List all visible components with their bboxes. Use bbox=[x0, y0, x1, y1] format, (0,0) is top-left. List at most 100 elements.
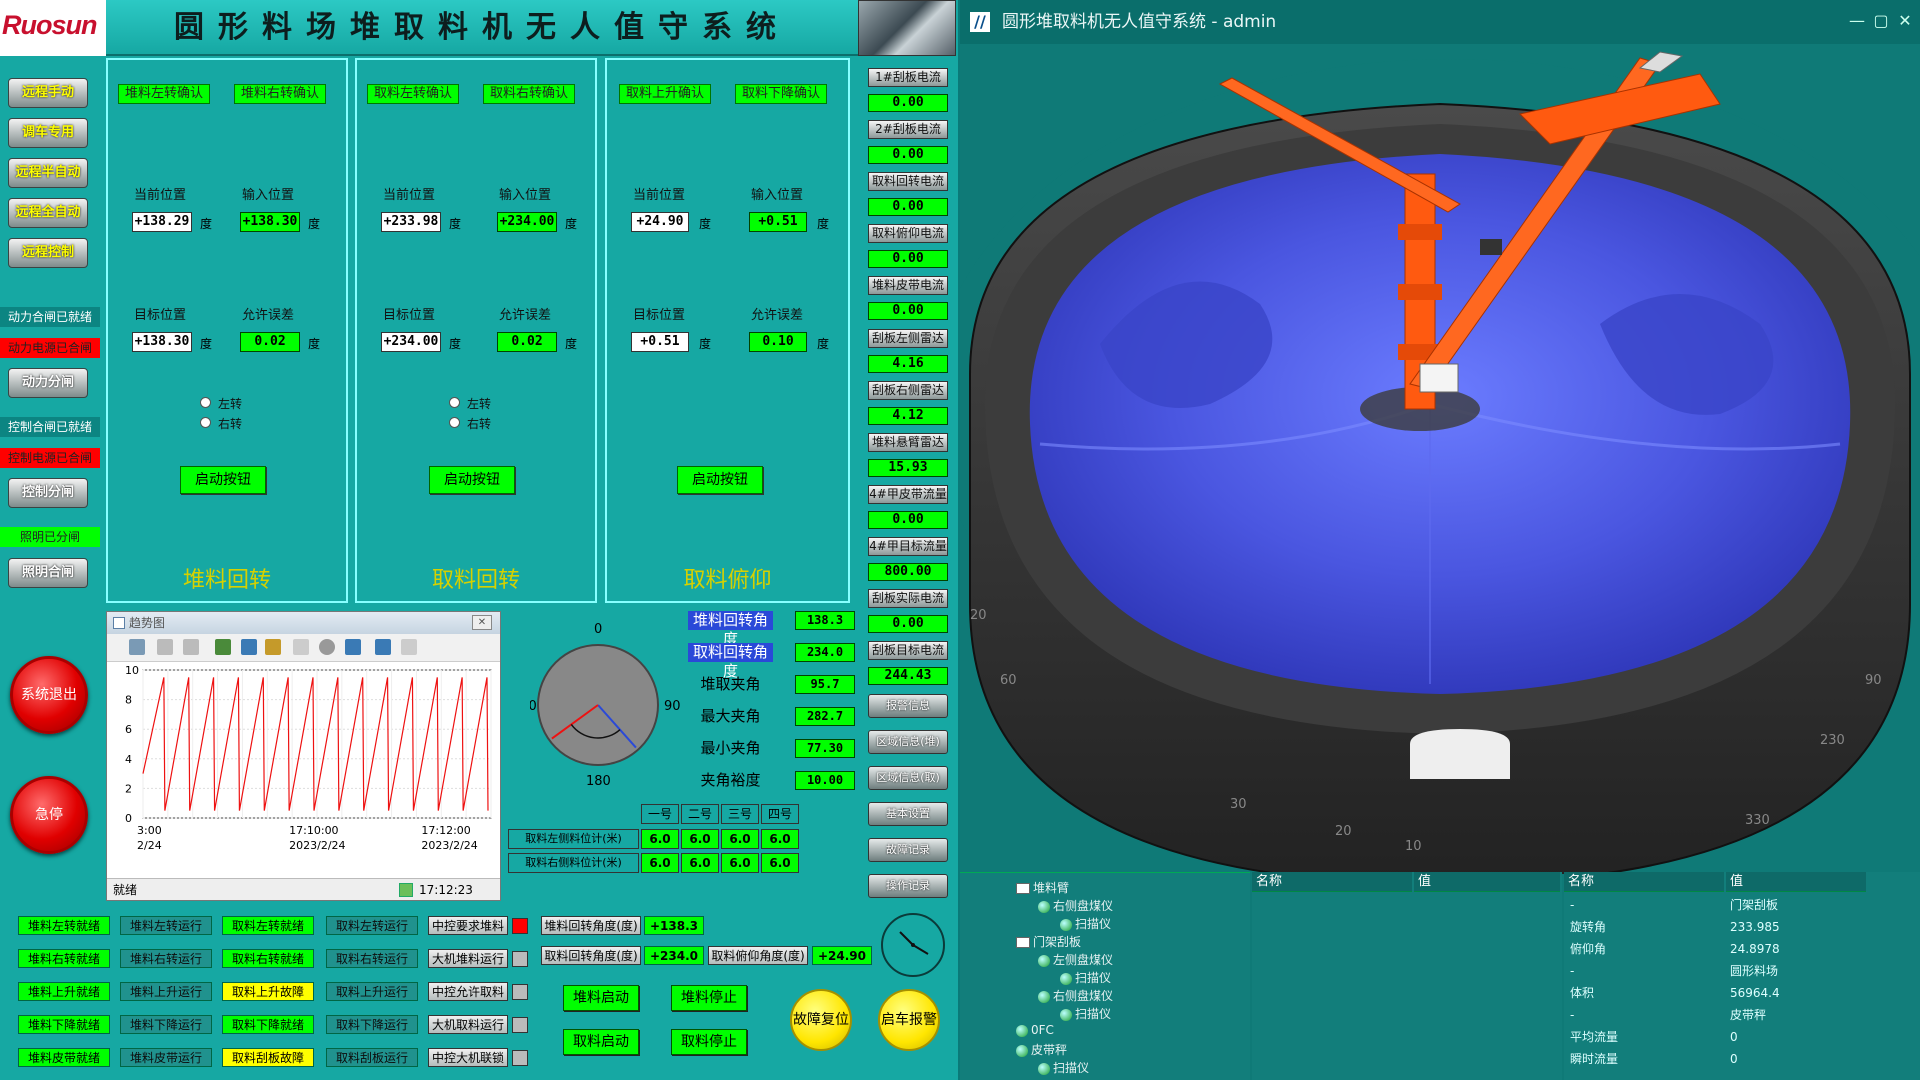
tree-node[interactable]: 扫描仪 bbox=[1038, 1059, 1089, 1076]
close-icon[interactable]: ✕ bbox=[1894, 10, 1916, 32]
property-name: 瞬时流量 bbox=[1570, 1052, 1619, 1066]
interlock-label: 中控要求堆料 bbox=[428, 916, 508, 935]
stack-left-confirm-button[interactable]: 堆料左转确认 bbox=[118, 84, 211, 104]
slew-right-label: 右转 bbox=[218, 417, 243, 431]
property-value: 圆形料场 bbox=[1730, 964, 1779, 978]
tree-node[interactable]: 右侧盘煤仪 bbox=[1038, 987, 1113, 1004]
tree-node[interactable]: 扫描仪 bbox=[1060, 915, 1111, 932]
equipment-status: 堆料皮带就绪 bbox=[18, 1048, 110, 1067]
control-open-button[interactable]: 控制分闸 bbox=[8, 478, 88, 508]
zoom-icon[interactable] bbox=[215, 639, 231, 655]
current-position-value: +233.98 bbox=[381, 212, 441, 232]
mode-shunting-button[interactable]: 调车专用 bbox=[8, 118, 88, 148]
refresh-icon[interactable] bbox=[399, 883, 413, 897]
target-position-value: +138.30 bbox=[132, 332, 192, 352]
stack-start-button[interactable]: 堆料启动 bbox=[563, 985, 639, 1011]
mode-remote-semi-auto-button[interactable]: 远程半自动 bbox=[8, 158, 88, 188]
nav-button[interactable]: 报警信息 bbox=[868, 694, 948, 718]
slew-right-radio[interactable] bbox=[200, 417, 211, 428]
reclaim-slew-angle-value: +234.0 bbox=[644, 946, 704, 965]
reclaimer-luff-start-button[interactable]: 启动按钮 bbox=[677, 466, 763, 494]
mode-remote-full-auto-button[interactable]: 远程全自动 bbox=[8, 198, 88, 228]
nav-button[interactable]: 区域信息(取) bbox=[868, 766, 948, 790]
readout-label: 刮板左侧雷达 bbox=[868, 328, 948, 348]
tree-node[interactable]: 左侧盘煤仪 bbox=[1038, 951, 1113, 968]
minimize-icon[interactable]: — bbox=[1846, 10, 1868, 32]
y-tick-label: 10 bbox=[125, 664, 139, 677]
slew-left-radio[interactable] bbox=[449, 397, 460, 408]
scale-icon[interactable] bbox=[265, 639, 281, 655]
tree-node[interactable]: 右侧盘煤仪 bbox=[1038, 897, 1113, 914]
slew-right-radio[interactable] bbox=[449, 417, 460, 428]
tree-node[interactable]: 0FC bbox=[1016, 1023, 1054, 1037]
curve-icon[interactable] bbox=[401, 639, 417, 655]
system-exit-button[interactable]: 系统退出 bbox=[10, 656, 88, 734]
maximize-icon[interactable]: ▢ bbox=[1870, 10, 1892, 32]
tree-node-label: 堆料臂 bbox=[1033, 881, 1070, 895]
start-alarm-button[interactable]: 启车报警 bbox=[878, 989, 940, 1051]
reclaimer-slew-start-button[interactable]: 启动按钮 bbox=[429, 466, 515, 494]
reclaim-slew-angle-label: 取料回转角度(度) bbox=[541, 946, 641, 965]
column-header: 四号 bbox=[761, 804, 799, 824]
nav-button[interactable]: 基本设置 bbox=[868, 802, 948, 826]
tree-node[interactable]: 皮带秤 bbox=[1016, 1041, 1067, 1058]
unit-label: 度 bbox=[308, 217, 321, 231]
tree-node[interactable]: 门架刮板 bbox=[1016, 933, 1081, 950]
grid-icon[interactable] bbox=[293, 639, 309, 655]
mode-remote-control-button[interactable]: 远程控制 bbox=[8, 238, 88, 268]
reclaim-up-confirm-button[interactable]: 取料上升确认 bbox=[619, 84, 712, 104]
device-status-icon bbox=[1016, 1024, 1028, 1037]
pause-icon[interactable] bbox=[345, 639, 361, 655]
reclaim-start-button[interactable]: 取料启动 bbox=[563, 1029, 639, 1055]
reclaim-stop-button[interactable]: 取料停止 bbox=[671, 1029, 747, 1055]
tolerance-field[interactable]: 0.10 bbox=[749, 332, 807, 352]
readout-label: 堆料悬臂雷达 bbox=[868, 432, 948, 452]
property-value: 233.985 bbox=[1730, 920, 1780, 934]
readout-label: 刮板实际电流 bbox=[868, 589, 948, 608]
gauge-label: 180 bbox=[586, 774, 611, 789]
tree-node[interactable]: 堆料臂 bbox=[1016, 879, 1069, 896]
nav-button[interactable]: 区域信息(堆) bbox=[868, 730, 948, 754]
stockyard-3d-scene[interactable]: 20 60 90 230 330 30 20 10 bbox=[960, 44, 1920, 874]
gauge-label: 90 bbox=[664, 699, 681, 714]
tolerance-field[interactable]: 0.02 bbox=[497, 332, 557, 352]
input-position-field[interactable]: +0.51 bbox=[749, 212, 807, 232]
slew-left-radio[interactable] bbox=[200, 397, 211, 408]
level-value: 6.0 bbox=[681, 853, 719, 873]
pan-icon[interactable] bbox=[241, 639, 257, 655]
reclaim-right-confirm-button[interactable]: 取料右转确认 bbox=[483, 84, 576, 104]
tree-node[interactable]: 扫描仪 bbox=[1060, 1005, 1111, 1022]
power-open-button[interactable]: 动力分闸 bbox=[8, 368, 88, 398]
tolerance-field[interactable]: 0.02 bbox=[240, 332, 300, 352]
close-icon[interactable]: ✕ bbox=[472, 615, 492, 630]
tree-node[interactable]: 扫描仪 bbox=[1060, 969, 1111, 986]
nav-button[interactable]: 操作记录 bbox=[868, 874, 948, 898]
cursor-icon[interactable] bbox=[375, 639, 391, 655]
nav-button[interactable]: 故障记录 bbox=[868, 838, 948, 862]
angle-value: 234.0 bbox=[795, 643, 855, 662]
input-position-field[interactable]: +138.30 bbox=[240, 212, 300, 232]
input-position-label: 输入位置 bbox=[499, 188, 552, 203]
stacker-slew-start-button[interactable]: 启动按钮 bbox=[180, 466, 266, 494]
stack-stop-button[interactable]: 堆料停止 bbox=[671, 985, 747, 1011]
lighting-close-button[interactable]: 照明合闸 bbox=[8, 558, 88, 588]
lighting-opened-status: 照明已分闸 bbox=[0, 527, 100, 547]
input-position-field[interactable]: +234.00 bbox=[497, 212, 557, 232]
interlock-indicator bbox=[512, 918, 528, 934]
stack-right-confirm-button[interactable]: 堆料右转确认 bbox=[234, 84, 327, 104]
interlock-label: 中控大机联锁 bbox=[428, 1048, 508, 1067]
tick-label: 60 bbox=[1000, 673, 1017, 688]
forward-icon[interactable] bbox=[183, 639, 199, 655]
calendar-icon[interactable] bbox=[129, 639, 145, 655]
angle-label: 取料回转角度 bbox=[688, 643, 773, 680]
reclaim-down-confirm-button[interactable]: 取料下降确认 bbox=[735, 84, 828, 104]
fault-reset-button[interactable]: 故障复位 bbox=[790, 989, 852, 1051]
viewer-title: 圆形堆取料机无人值守系统 - admin bbox=[1002, 12, 1277, 32]
target-position-label: 目标位置 bbox=[383, 308, 436, 323]
reclaim-left-confirm-button[interactable]: 取料左转确认 bbox=[367, 84, 460, 104]
emergency-stop-button[interactable]: 急停 bbox=[10, 776, 88, 854]
mode-remote-manual-button[interactable]: 远程手动 bbox=[8, 78, 88, 108]
tick-label: 20 bbox=[970, 608, 987, 623]
clock-icon[interactable] bbox=[319, 639, 335, 655]
rewind-icon[interactable] bbox=[157, 639, 173, 655]
